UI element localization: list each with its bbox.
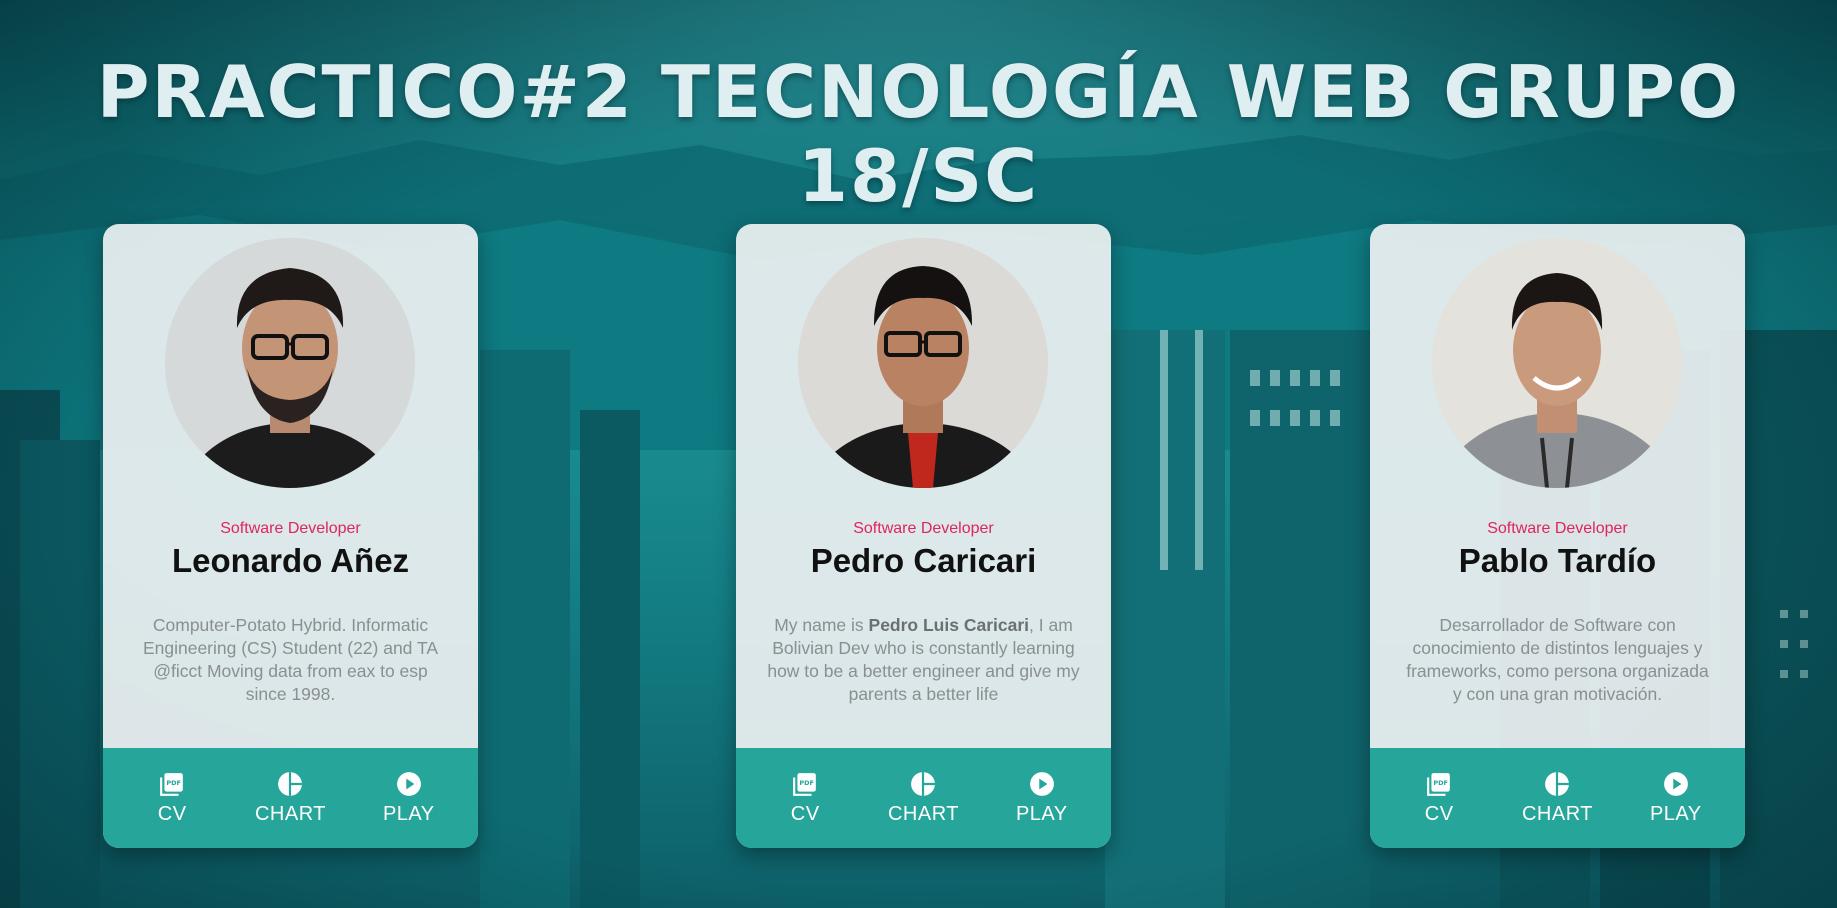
- card-actions-bar: PDF CV CHART PLAY: [736, 748, 1111, 848]
- person-name: Pedro Caricari: [810, 542, 1037, 579]
- profile-card-pablo: Software Developer Pablo Tardío Desarrol…: [1370, 224, 1745, 848]
- play-button[interactable]: PLAY: [354, 771, 464, 826]
- chart-button[interactable]: CHART: [1502, 771, 1612, 826]
- bio-text: Desarrollador de Software con conocimien…: [1406, 615, 1709, 704]
- profile-card-pedro: Software Developer Pedro Caricari My nam…: [736, 224, 1111, 848]
- pie-chart-icon: [278, 771, 303, 796]
- action-label: CV: [790, 802, 820, 825]
- avatar: [1432, 238, 1682, 488]
- chart-button[interactable]: CHART: [868, 771, 978, 826]
- play-icon: [1663, 771, 1688, 796]
- cv-button[interactable]: PDF CV: [750, 771, 860, 826]
- action-label: PLAY: [1649, 802, 1702, 825]
- action-label: PLAY: [1015, 802, 1068, 825]
- profile-card-leonardo: Software Developer Leonardo Añez Compute…: [103, 224, 478, 848]
- play-icon: [1029, 771, 1054, 796]
- play-button[interactable]: PLAY: [987, 771, 1097, 826]
- action-label: CHART: [887, 802, 959, 825]
- svg-text:PDF: PDF: [1433, 779, 1448, 787]
- action-label: CHART: [1521, 802, 1593, 825]
- role-label: Software Developer: [1487, 520, 1628, 537]
- cv-button[interactable]: PDF CV: [117, 771, 227, 826]
- person-name: Leonardo Añez: [171, 542, 410, 579]
- pie-chart-icon: [1545, 771, 1570, 796]
- pdf-icon: PDF: [160, 772, 183, 796]
- play-button[interactable]: PLAY: [1621, 771, 1731, 826]
- svg-text:PDF: PDF: [166, 779, 181, 787]
- chart-button[interactable]: CHART: [235, 771, 345, 826]
- action-label: PLAY: [382, 802, 435, 825]
- card-actions-bar: PDF CV CHART PLAY: [103, 748, 478, 848]
- action-label: CV: [1424, 802, 1454, 825]
- bio-bold-name: Pedro Luis Caricari: [868, 615, 1030, 635]
- avatar: [165, 238, 415, 488]
- bio-prefix: My name is: [774, 615, 869, 635]
- role-label: Software Developer: [220, 520, 361, 537]
- action-label: CHART: [254, 802, 326, 825]
- person-name: Pablo Tardío: [1458, 542, 1657, 579]
- pie-chart-icon: [911, 771, 936, 796]
- play-icon: [396, 771, 421, 796]
- page-title: PRACTICO#2 TECNOLOGÍA WEB GRUPO 18/SC: [96, 50, 1741, 218]
- bio-text: Computer-Potato Hybrid. Informatic Engin…: [142, 615, 439, 704]
- card-actions-bar: PDF CV CHART PLAY: [1370, 748, 1745, 848]
- pdf-icon: PDF: [793, 772, 816, 796]
- bio-text: My name is Pedro Luis Caricari, I am Bol…: [766, 614, 1081, 706]
- pdf-icon: PDF: [1427, 772, 1450, 796]
- cv-button[interactable]: PDF CV: [1384, 771, 1494, 826]
- avatar: [798, 238, 1048, 488]
- action-label: CV: [157, 802, 187, 825]
- role-label: Software Developer: [853, 520, 994, 537]
- svg-text:PDF: PDF: [799, 779, 814, 787]
